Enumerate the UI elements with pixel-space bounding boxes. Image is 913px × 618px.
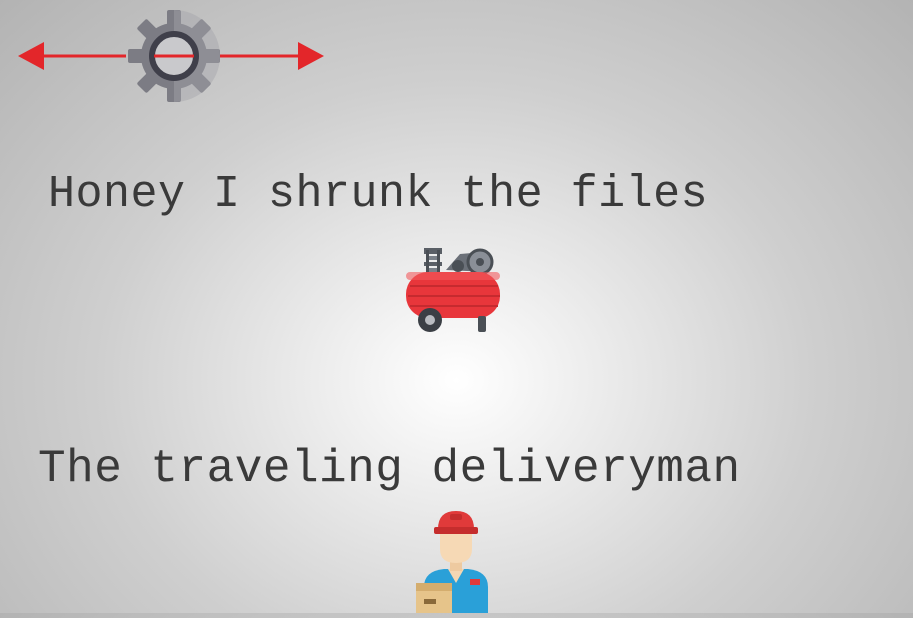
gear-icon — [18, 10, 324, 102]
delivery-man-icon — [410, 505, 502, 613]
air-compressor-icon — [402, 244, 506, 336]
section-title-shrunk-files: Honey I shrunk the files — [48, 169, 709, 220]
section-title-traveling-deliveryman: The traveling deliveryman — [38, 443, 741, 495]
gear-arrow-logo — [14, 8, 334, 108]
